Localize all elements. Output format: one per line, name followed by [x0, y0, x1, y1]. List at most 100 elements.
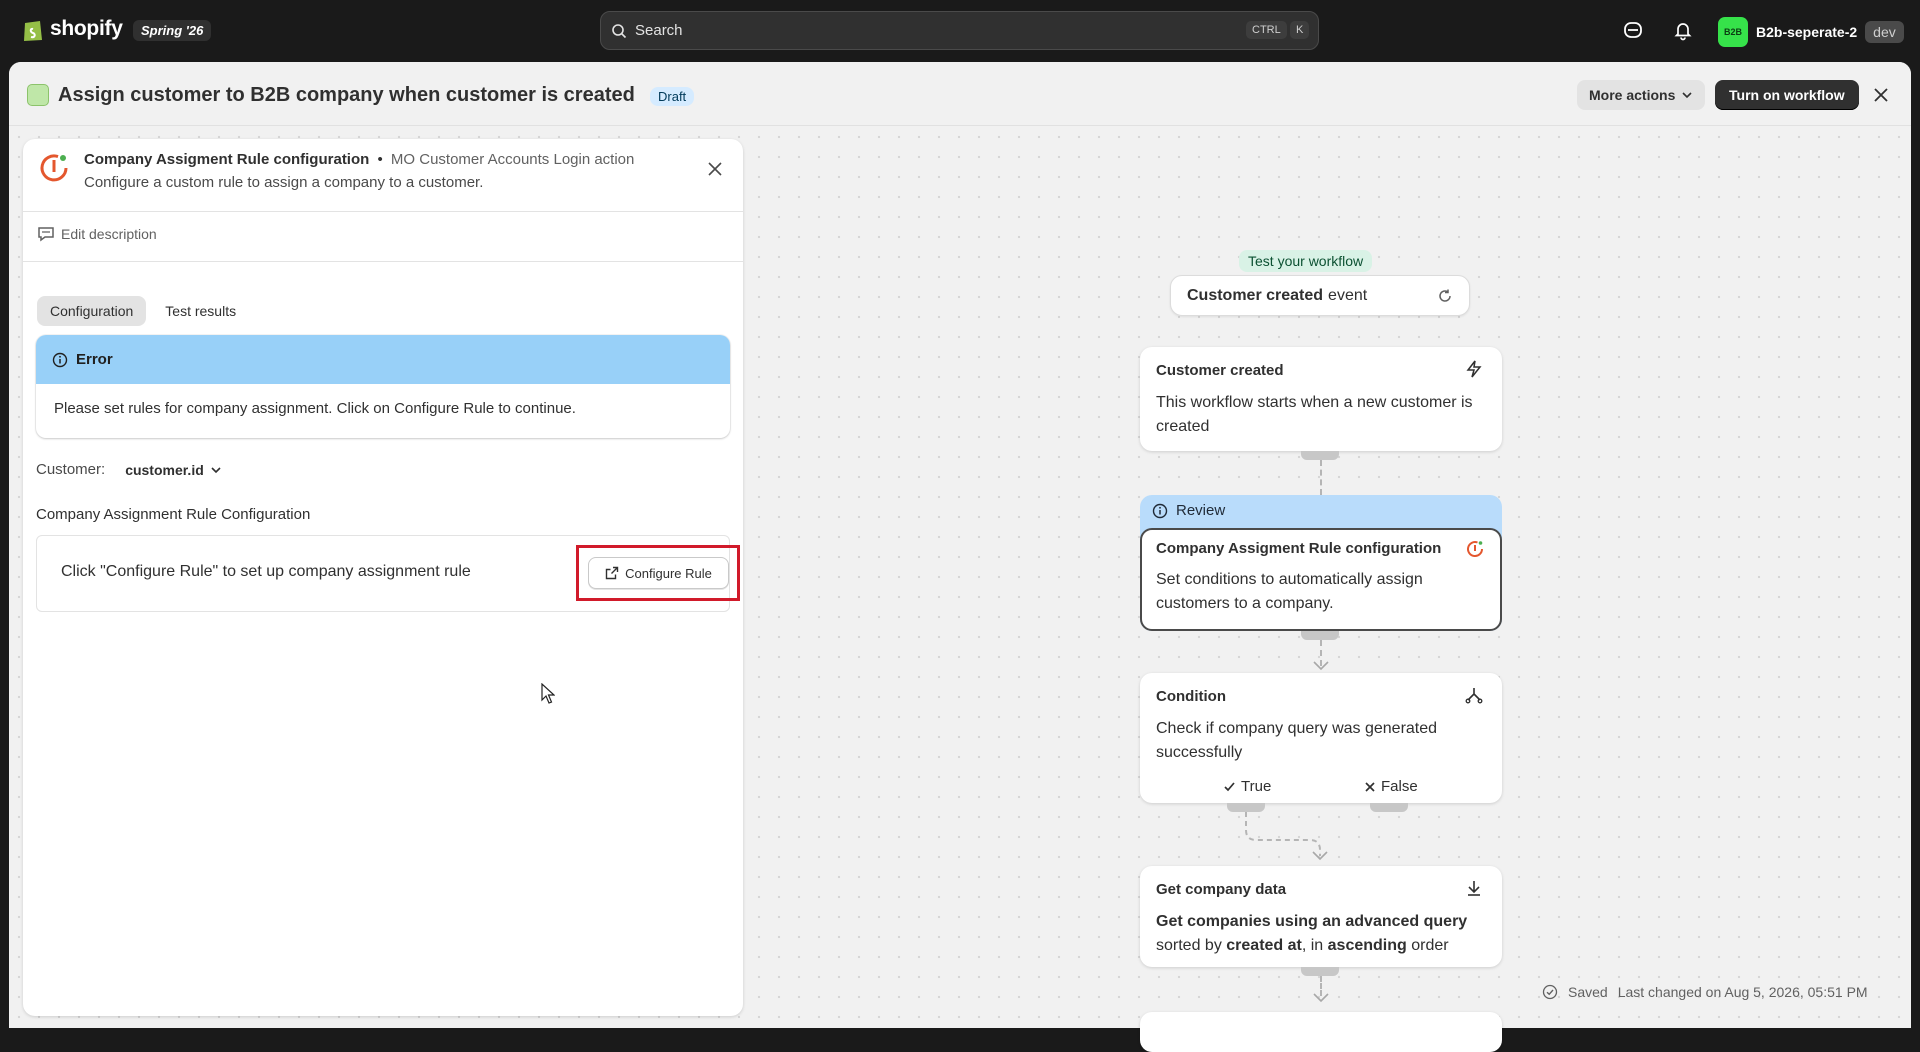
get-data-field: created at [1226, 937, 1302, 954]
close-icon[interactable] [1871, 85, 1891, 105]
action-app-icon [40, 154, 68, 182]
get-company-data-node[interactable]: Get company data Get companies using an … [1140, 866, 1502, 967]
test-workflow-label: Test your workflow [1239, 250, 1373, 272]
window-header: Assign customer to B2B company when cust… [9, 62, 1911, 126]
highlight-box: Configure Rule [576, 545, 740, 601]
tab-test-results[interactable]: Test results [152, 296, 249, 326]
node-connector [1301, 451, 1339, 460]
node-connector [1227, 803, 1265, 812]
flow-app-icon [27, 84, 49, 106]
condition-title: Condition [1156, 688, 1226, 705]
info-icon [1152, 503, 1168, 518]
shopify-logo[interactable]: shopify [22, 16, 123, 42]
workflow-title: Assign customer to B2B company when cust… [58, 84, 635, 106]
action-node[interactable]: Company Assigment Rule configuration Set… [1140, 528, 1502, 631]
branch-connector [1245, 812, 1328, 861]
bell-icon[interactable] [1672, 19, 1694, 41]
test-event-selector[interactable]: Customer created event [1170, 275, 1470, 316]
chevron-down-icon [211, 466, 221, 473]
action-description: Set conditions to automatically assign c… [1156, 571, 1423, 612]
store-switcher[interactable]: B2B B2b-seperate-2 dev [1718, 17, 1904, 47]
trigger-title: Customer created [1156, 362, 1284, 379]
event-suffix: event [1328, 286, 1368, 304]
customer-select[interactable]: customer.id [125, 462, 222, 478]
external-link-icon [605, 566, 619, 580]
connector-line [1320, 460, 1322, 495]
sidekick-icon[interactable] [1622, 19, 1644, 41]
shortcut-k: K [1290, 21, 1310, 39]
get-data-end: order [1411, 937, 1449, 954]
node-connector [1370, 803, 1408, 812]
status-badge: Draft [650, 87, 695, 106]
section-title: Company Assignment Rule Configuration [36, 506, 311, 523]
checkmark-icon [1224, 782, 1235, 792]
rule-config-box: Click "Configure Rule" to set up company… [36, 535, 740, 612]
trigger-description: This workflow starts when a new customer… [1156, 394, 1473, 435]
brand-name: shopify [50, 17, 123, 40]
edit-description-label: Edit description [61, 226, 157, 242]
error-title: Error [76, 351, 113, 368]
edit-description-button[interactable]: Edit description [37, 226, 157, 242]
customer-label: Customer: [36, 461, 106, 478]
error-header: Error [36, 335, 730, 384]
comment-edit-icon [38, 227, 54, 242]
search-bar[interactable]: Search CTRL K [600, 11, 1319, 50]
condition-node[interactable]: Condition Check if company query was gen… [1140, 673, 1502, 803]
review-action-node[interactable]: Review Company Assigment Rule configurat… [1140, 495, 1502, 631]
trigger-node[interactable]: Customer created This workflow starts wh… [1140, 347, 1502, 451]
divider [23, 211, 743, 212]
tab-configuration[interactable]: Configuration [37, 296, 147, 326]
review-header: Review [1152, 502, 1225, 519]
x-icon [1365, 781, 1375, 792]
customer-row: Customer: customer.id [36, 461, 222, 478]
more-actions-label: More actions [1589, 87, 1676, 103]
info-icon [52, 352, 68, 367]
action-title: Company Assigment Rule configuration [1156, 540, 1442, 557]
edition-badge[interactable]: Spring '26 [133, 20, 212, 41]
saved-label: Saved [1568, 984, 1608, 1000]
error-banner: Error Please set rules for company assig… [36, 335, 730, 438]
panel-title-text: Company Assigment Rule configuration [84, 151, 370, 168]
store-avatar: B2B [1718, 17, 1748, 47]
panel-title: Company Assigment Rule configuration • M… [84, 151, 634, 168]
true-label: True [1241, 778, 1272, 795]
next-action-node[interactable] [1140, 1012, 1502, 1052]
node-connector [1301, 967, 1339, 976]
customer-value: customer.id [125, 461, 204, 478]
divider [23, 261, 743, 262]
action-app-icon [1467, 541, 1484, 558]
store-name: B2b-seperate-2 [1756, 24, 1858, 40]
node-connector [1301, 631, 1339, 640]
shortcut-ctrl: CTRL [1246, 21, 1287, 39]
rule-hint: Click "Configure Rule" to set up company… [61, 563, 471, 580]
get-data-order: ascending [1327, 937, 1407, 954]
refresh-icon[interactable] [1437, 288, 1453, 304]
panel-description: Configure a custom rule to assign a comp… [84, 174, 484, 191]
chevron-down-icon [1682, 92, 1692, 99]
search-icon [612, 23, 627, 38]
search-placeholder: Search [635, 22, 683, 39]
event-name: Customer created [1187, 286, 1324, 304]
configure-rule-button[interactable]: Configure Rule [588, 557, 729, 589]
config-panel: Company Assigment Rule configuration • M… [23, 139, 743, 1016]
branch-icon [1465, 688, 1483, 704]
get-data-title: Get company data [1156, 881, 1287, 898]
true-branch: True [1223, 778, 1271, 795]
error-message: Please set rules for company assignment.… [54, 400, 576, 417]
last-changed: Last changed on Aug 5, 2026, 05:51 PM [1617, 984, 1868, 1000]
configure-rule-label: Configure Rule [625, 565, 712, 581]
arrow-down-icon [1313, 993, 1329, 1003]
review-label: Review [1176, 502, 1226, 519]
get-data-query: Get companies using an advanced query [1156, 913, 1468, 930]
get-data-description: Get companies using an advanced query so… [1156, 910, 1486, 958]
get-data-sorted: sorted by [1156, 937, 1222, 954]
more-actions-button[interactable]: More actions [1577, 80, 1706, 110]
close-icon[interactable] [706, 160, 724, 178]
title-bullet: • [377, 151, 383, 168]
condition-description: Check if company query was generated suc… [1156, 720, 1438, 761]
check-circle-icon [1542, 984, 1558, 1000]
save-status: Saved Last changed on Aug 5, 2026, 05:51… [1542, 984, 1868, 1000]
lightning-icon [1466, 360, 1482, 378]
top-bar: shopify Spring '26 Search CTRL K B2B B2b… [0, 0, 1920, 61]
turn-on-workflow-button[interactable]: Turn on workflow [1715, 80, 1859, 110]
